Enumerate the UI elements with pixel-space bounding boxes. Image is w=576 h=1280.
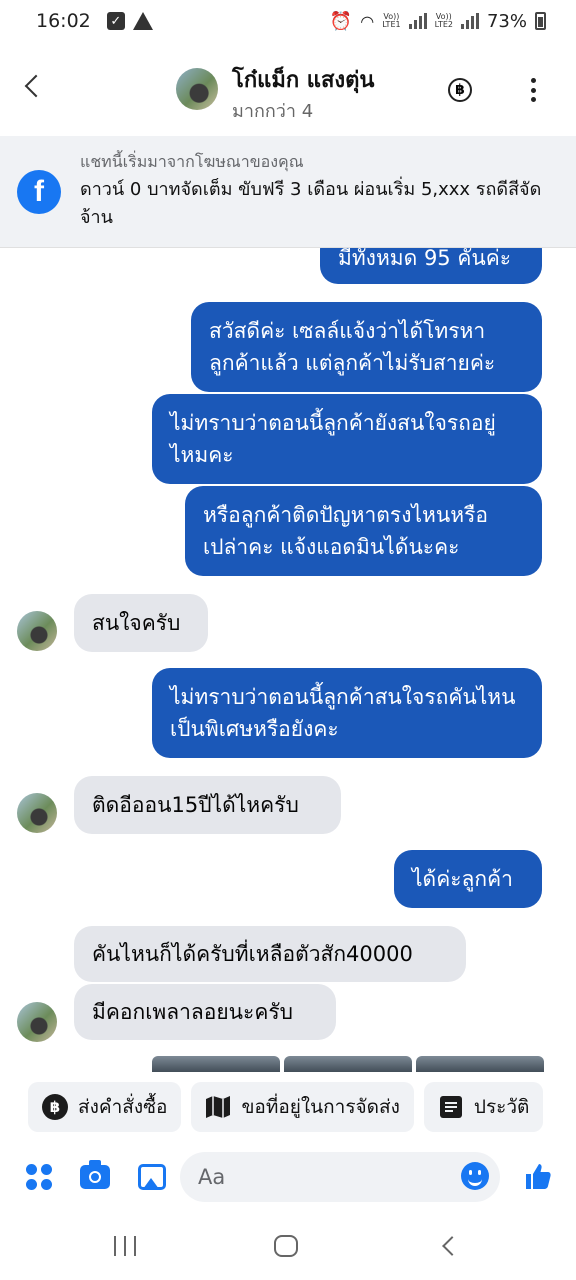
- message-bubble-incoming[interactable]: คันไหนก็ได้ครับที่เหลือตัวสัก40000: [74, 926, 466, 982]
- message-bubble-outgoing[interactable]: ไม่ทราบว่าตอนนี้ลูกค้าสนใจรถคันไหนเป็นพิ…: [152, 668, 542, 758]
- clock: 16:02: [36, 10, 91, 32]
- sim2-label: Vo)) LTE2: [434, 12, 453, 29]
- message-bubble-outgoing[interactable]: ได้ค่ะลูกค้า: [394, 850, 542, 908]
- photo-thumbnail[interactable]: [284, 1056, 412, 1072]
- facebook-icon: f: [17, 170, 61, 214]
- message-bubble-incoming[interactable]: มีคอกเพลาลอยนะครับ: [74, 984, 336, 1040]
- request-address-label: ขอที่อยู่ในการจัดส่ง: [241, 1096, 400, 1118]
- message-composer: Aa: [0, 1150, 576, 1206]
- warning-icon: [132, 12, 153, 30]
- contact-avatar[interactable]: [176, 68, 218, 110]
- system-navigation-bar: [0, 1210, 576, 1280]
- send-order-label: ส่งคำสั่งซื้อ: [78, 1096, 168, 1118]
- document-icon: [438, 1094, 464, 1120]
- battery-percent: 73%: [486, 10, 527, 32]
- checkbox-notification-icon: ✓: [106, 12, 125, 30]
- request-address-button[interactable]: ขอที่อยู่ในการจัดส่ง: [191, 1082, 414, 1132]
- message-bubble-outgoing[interactable]: มีทั้งหมด 95 คันค่ะ: [320, 248, 542, 284]
- banner-text: ดาวน์ 0 บาทจัดเต็ม ขับฟรี 3 เดือน ผ่อนเร…: [80, 179, 542, 228]
- message-list[interactable]: มีทั้งหมด 95 คันค่ะ สวัสดีค่ะ เซลล์แจ้งว…: [0, 248, 576, 1072]
- history-button[interactable]: ประวัติ: [423, 1082, 544, 1132]
- camera-icon[interactable]: [80, 1160, 110, 1189]
- history-label: ประวัติ: [473, 1096, 530, 1118]
- baht-icon: ฿: [42, 1094, 68, 1120]
- map-icon: [205, 1094, 231, 1120]
- photo-thumbnail[interactable]: [416, 1056, 544, 1072]
- quick-actions-row: ฿ ส่งคำสั่งซื้อ ขอที่อยู่ในการจัดส่ง ประ…: [28, 1082, 576, 1132]
- photo-attachments[interactable]: [152, 1056, 544, 1072]
- status-bar: 16:02 ✓ ⏰ ◠ Vo)) LTE1 Vo)) LTE2 73%: [0, 0, 576, 42]
- sender-avatar[interactable]: [17, 611, 57, 651]
- message-bubble-outgoing[interactable]: หรือลูกค้าติดปัญหาตรงไหนหรือเปล่าคะ แจ้ง…: [185, 486, 542, 576]
- message-bubble-incoming[interactable]: ติดอีออน15ปีได้ไหครับ: [74, 776, 341, 834]
- sender-avatar[interactable]: [17, 793, 57, 833]
- thumbs-up-icon[interactable]: [520, 1158, 556, 1194]
- signal-icon: [460, 13, 479, 29]
- alarm-icon: ⏰: [329, 10, 353, 32]
- recent-apps-icon[interactable]: [114, 1236, 136, 1256]
- baht-icon[interactable]: ฿: [448, 78, 472, 102]
- contact-name[interactable]: โก๋แม็ก แสงตุ่น: [232, 62, 374, 97]
- more-options-icon[interactable]: [530, 78, 536, 102]
- send-order-button[interactable]: ฿ ส่งคำสั่งซื้อ: [28, 1082, 182, 1132]
- message-bubble-outgoing[interactable]: สวัสดีค่ะ เซลล์แจ้งว่าได้โทรหาลูกค้าแล้ว…: [191, 302, 542, 392]
- battery-icon: [535, 12, 546, 30]
- wifi-icon: ◠: [360, 11, 375, 31]
- message-bubble-outgoing[interactable]: ไม่ทราบว่าตอนนี้ลูกค้ายังสนใจรถอยู่ไหมคะ: [152, 394, 542, 484]
- photo-thumbnail[interactable]: [152, 1056, 280, 1072]
- contact-subtitle: มากกว่า 4: [232, 101, 314, 122]
- signal-icon: [408, 13, 427, 29]
- ad-origin-banner[interactable]: f แชทนี้เริ่มมาจากโฆษณาของคุณ ดาวน์ 0 บา…: [0, 136, 576, 248]
- emoji-icon[interactable]: [461, 1162, 489, 1190]
- conversation-header: โก๋แม็ก แสงตุ่น มากกว่า 4 ฿: [0, 42, 576, 136]
- banner-title: แชทนี้เริ่มมาจากโฆษณาของคุณ: [80, 152, 304, 171]
- message-input[interactable]: Aa: [180, 1152, 500, 1202]
- apps-grid-icon[interactable]: [26, 1164, 52, 1190]
- sim1-label: Vo)) LTE1: [382, 12, 401, 29]
- sender-avatar[interactable]: [17, 1002, 57, 1042]
- home-icon[interactable]: [274, 1235, 298, 1257]
- back-nav-icon[interactable]: [442, 1236, 462, 1256]
- message-bubble-incoming[interactable]: สนใจครับ: [74, 594, 208, 652]
- gallery-icon[interactable]: [138, 1164, 166, 1190]
- back-arrow-icon[interactable]: [24, 74, 48, 98]
